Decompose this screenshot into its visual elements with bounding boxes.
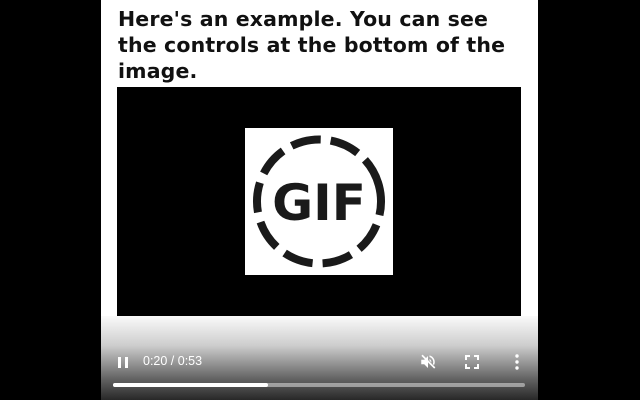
mute-button[interactable] [419,353,437,371]
caption-text: Here's an example. You can see the contr… [118,7,506,83]
pause-icon [118,356,121,368]
video-player[interactable]: GIF [117,87,521,316]
volume-muted-icon [421,354,436,369]
pause-button[interactable] [115,353,131,371]
pause-icon [125,356,128,368]
more-options-button[interactable] [509,353,525,371]
page-content: Here's an example. You can see the contr… [101,0,538,400]
more-vert-icon [515,354,519,370]
progress-fill [113,383,269,387]
gif-logo-text: GIF [272,174,366,232]
fullscreen-button[interactable] [465,354,479,369]
progress-bar[interactable] [113,383,525,387]
fullscreen-icon [465,355,479,369]
gif-logo: GIF [245,128,393,275]
time-display: 0:20 / 0:53 [143,354,203,368]
